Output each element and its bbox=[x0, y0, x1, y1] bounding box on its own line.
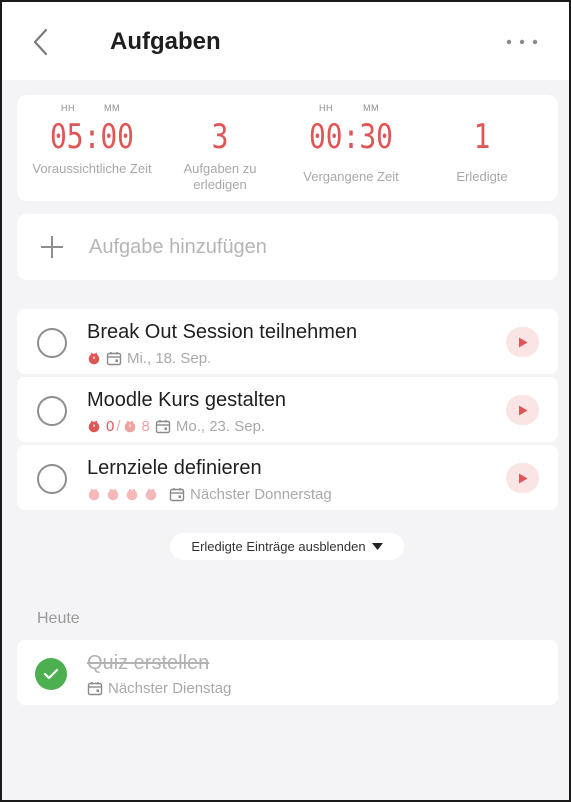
tomato-timer-icon bbox=[88, 352, 100, 365]
task-due-date: Nächster Donnerstag bbox=[190, 485, 332, 503]
task-meta: Nächster Donnerstag bbox=[87, 485, 337, 503]
tomato-estimate-icon bbox=[88, 488, 100, 501]
stat-completed: 1 Erledigte bbox=[435, 95, 529, 201]
stat-elapsed-time: HH MM 00:30 Vergangene Zeit bbox=[289, 95, 413, 201]
start-timer-button[interactable] bbox=[506, 463, 539, 493]
task-item[interactable]: Moodle Kurs gestalten 0 / 8 Mo., 23. Sep… bbox=[17, 377, 558, 442]
pomodoro-total-count: 8 bbox=[141, 417, 150, 435]
tomato-estimate-icon bbox=[124, 420, 135, 433]
play-icon bbox=[519, 405, 528, 416]
tomato-timer-icon bbox=[88, 420, 100, 433]
task-due-date: Mo., 23. Sep. bbox=[175, 417, 266, 435]
pomodoro-separator: / bbox=[116, 417, 121, 435]
more-button[interactable] bbox=[502, 30, 542, 54]
minutes-caption: MM bbox=[363, 103, 379, 113]
more-horizontal-icon bbox=[506, 39, 538, 45]
stat-label: Aufgaben zu erledigen bbox=[183, 161, 257, 192]
stat-label: Erledigte bbox=[456, 169, 508, 184]
tomato-estimate-icon bbox=[145, 488, 157, 501]
hide-completed-label: Erledigte Einträge ausblenden bbox=[191, 539, 366, 554]
add-task-field[interactable]: Aufgabe hinzufügen bbox=[17, 214, 558, 280]
task-checkbox[interactable] bbox=[37, 328, 67, 358]
task-checkbox[interactable] bbox=[37, 396, 67, 426]
checkmark-icon bbox=[43, 668, 59, 680]
top-bar: Aufgaben bbox=[2, 2, 569, 80]
stats-card: HH MM 05:00 Voraussichtliche Zeit 3 Aufg… bbox=[17, 95, 558, 201]
task-checkbox[interactable] bbox=[37, 464, 67, 494]
play-icon bbox=[519, 473, 528, 484]
task-due-date: Mi., 18. Sep. bbox=[127, 349, 212, 367]
minutes-caption: MM bbox=[104, 103, 120, 113]
tomato-estimate-icon bbox=[107, 488, 119, 501]
calendar-icon bbox=[155, 419, 171, 433]
task-due-date: Nächster Dienstag bbox=[108, 680, 232, 697]
task-item[interactable]: Break Out Session teilnehmen Mi., 18. Se… bbox=[17, 309, 558, 374]
task-meta: Nächster Dienstag bbox=[87, 680, 236, 697]
plus-icon bbox=[41, 236, 63, 258]
task-title: Lernziele definieren bbox=[87, 457, 262, 479]
pomodoro-done-count: 0 bbox=[106, 417, 115, 435]
back-button[interactable] bbox=[28, 26, 58, 58]
calendar-icon bbox=[169, 487, 185, 501]
page-title: Aufgaben bbox=[110, 28, 221, 55]
hours-caption: HH bbox=[319, 103, 333, 113]
stat-label: Vergangene Zeit bbox=[303, 169, 399, 184]
play-icon bbox=[519, 337, 528, 348]
start-timer-button[interactable] bbox=[506, 327, 539, 357]
calendar-icon bbox=[106, 351, 122, 365]
stat-value: 3 bbox=[211, 117, 229, 157]
task-meta: Mi., 18. Sep. bbox=[87, 349, 216, 367]
chevron-left-icon bbox=[33, 28, 48, 56]
completed-checkbox[interactable] bbox=[35, 658, 67, 690]
stat-tasks-todo: 3 Aufgaben zu erledigen bbox=[167, 95, 273, 201]
hide-completed-button[interactable]: Erledigte Einträge ausblenden bbox=[170, 533, 404, 560]
task-item[interactable]: Lernziele definieren Nächster Donnerstag bbox=[17, 445, 558, 510]
task-title: Quiz erstellen bbox=[87, 652, 210, 674]
completed-task-item[interactable]: Quiz erstellen Nächster Dienstag bbox=[17, 640, 558, 705]
stat-estimated-time: HH MM 05:00 Voraussichtliche Zeit bbox=[31, 95, 153, 201]
app-window: Aufgaben HH MM 05:00 Voraussichtliche Ze… bbox=[0, 0, 571, 802]
calendar-icon bbox=[87, 682, 103, 696]
stat-value: 1 bbox=[473, 117, 491, 157]
start-timer-button[interactable] bbox=[506, 395, 539, 425]
task-title: Moodle Kurs gestalten bbox=[87, 389, 287, 411]
stat-label: Voraussichtliche Zeit bbox=[32, 161, 152, 176]
section-heading-today: Heute bbox=[37, 610, 80, 627]
caret-down-icon bbox=[371, 543, 383, 550]
stat-value: 00:30 bbox=[309, 117, 393, 157]
stat-value: 05:00 bbox=[50, 117, 134, 157]
hours-caption: HH bbox=[61, 103, 75, 113]
tomato-estimate-icon bbox=[126, 488, 138, 501]
add-task-placeholder: Aufgabe hinzufügen bbox=[89, 236, 267, 258]
task-title: Break Out Session teilnehmen bbox=[87, 321, 358, 343]
task-meta: 0 / 8 Mo., 23. Sep. bbox=[87, 417, 270, 435]
